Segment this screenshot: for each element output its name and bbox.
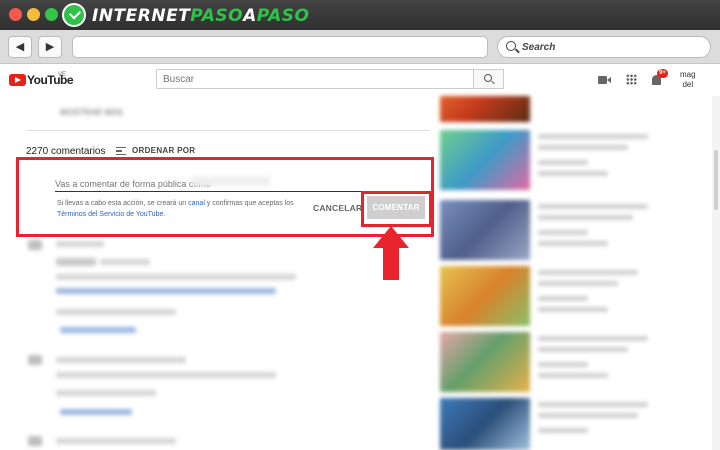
comment-badge bbox=[56, 258, 96, 266]
video-title bbox=[538, 402, 648, 407]
window-titlebar: INTERNETPASOAPASO bbox=[0, 0, 720, 30]
terms-text-3: . bbox=[163, 211, 166, 218]
country-code: VE bbox=[58, 72, 67, 78]
sort-by-button[interactable]: ORDENAR POR bbox=[132, 146, 195, 155]
account-line-1: mag bbox=[680, 70, 696, 79]
channel-link[interactable]: canal bbox=[188, 200, 205, 207]
upload-video-icon[interactable] bbox=[598, 76, 611, 84]
video-meta bbox=[538, 241, 608, 246]
apps-grid-icon[interactable] bbox=[626, 74, 637, 85]
video-title bbox=[538, 413, 638, 418]
section-divider bbox=[26, 130, 430, 131]
forward-button[interactable]: ▶ bbox=[38, 36, 62, 58]
maximize-window-button[interactable] bbox=[45, 8, 58, 21]
video-thumbnail[interactable] bbox=[440, 200, 530, 260]
video-meta bbox=[538, 307, 608, 312]
comment-meta bbox=[100, 259, 150, 265]
account-line-2: del bbox=[682, 80, 694, 89]
search-placeholder: Buscar bbox=[163, 74, 195, 85]
terms-of-service-link[interactable]: Términos del Servicio de YouTube bbox=[57, 211, 163, 218]
comment-text bbox=[56, 372, 276, 378]
avatar bbox=[28, 436, 42, 446]
cancel-button[interactable]: CANCELAR bbox=[313, 203, 362, 213]
video-title bbox=[538, 270, 638, 275]
close-window-button[interactable] bbox=[9, 8, 22, 21]
brand-part-2: PASO bbox=[190, 6, 244, 26]
video-thumbnail[interactable] bbox=[440, 398, 530, 450]
video-channel bbox=[538, 428, 588, 433]
video-thumbnail[interactable] bbox=[440, 96, 530, 122]
video-title bbox=[538, 336, 648, 341]
account-menu[interactable]: mag del bbox=[680, 70, 696, 90]
pointer-arrow-icon bbox=[373, 226, 409, 280]
terms-text-2: y confirmas que aceptas los bbox=[204, 200, 294, 207]
video-meta bbox=[538, 373, 608, 378]
minimize-window-button[interactable] bbox=[27, 8, 40, 21]
comment-actions bbox=[56, 390, 156, 396]
video-title bbox=[538, 204, 648, 209]
video-title bbox=[538, 347, 628, 352]
browser-search-field[interactable]: Search bbox=[497, 36, 711, 58]
show-more-button[interactable]: MOSTRAR MÁS bbox=[60, 108, 123, 117]
terms-notice: Si llevas a cabo esta acción, se creará … bbox=[57, 198, 307, 220]
address-bar[interactable] bbox=[72, 36, 488, 58]
back-button[interactable]: ◀ bbox=[8, 36, 32, 58]
avatar bbox=[28, 240, 42, 250]
browser-toolbar: ◀ ▶ Search bbox=[0, 30, 720, 64]
sort-icon[interactable] bbox=[116, 147, 126, 155]
comment-actions bbox=[56, 309, 176, 315]
comment-link bbox=[56, 288, 276, 294]
comment-meta bbox=[56, 357, 186, 363]
youtube-header: YouTube VE Buscar 9+ mag del bbox=[0, 64, 720, 96]
comment-meta bbox=[56, 241, 104, 247]
brand-part-1: INTERNET bbox=[92, 6, 191, 26]
brand-wordmark: INTERNETPASOAPASO bbox=[92, 6, 310, 26]
comment-meta bbox=[56, 438, 176, 444]
avatar bbox=[28, 355, 42, 365]
youtube-search-button[interactable] bbox=[474, 69, 504, 89]
video-title bbox=[538, 281, 618, 286]
video-thumbnail[interactable] bbox=[440, 332, 530, 392]
replies-link bbox=[60, 409, 132, 415]
video-meta bbox=[538, 171, 608, 176]
youtube-search-input[interactable]: Buscar bbox=[156, 69, 474, 89]
notifications-badge: 9+ bbox=[657, 69, 668, 78]
video-title bbox=[538, 134, 648, 139]
search-icon bbox=[484, 74, 492, 82]
brand-part-4: PASO bbox=[256, 6, 310, 26]
brand-logo-icon bbox=[62, 3, 86, 27]
redacted-username bbox=[192, 176, 270, 186]
replies-link bbox=[60, 327, 136, 333]
youtube-logo[interactable]: YouTube bbox=[27, 73, 74, 87]
browser-search-label: Search bbox=[522, 42, 556, 53]
video-title bbox=[538, 215, 633, 220]
video-thumbnail[interactable] bbox=[440, 266, 530, 326]
video-channel bbox=[538, 230, 588, 235]
video-channel bbox=[538, 296, 588, 301]
comment-count: 2270 comentarios bbox=[26, 146, 106, 157]
comment-submit-button[interactable]: COMENTAR bbox=[367, 196, 425, 219]
comment-text bbox=[56, 274, 296, 280]
video-title bbox=[538, 145, 628, 150]
brand-part-3: A bbox=[243, 6, 257, 26]
video-thumbnail[interactable] bbox=[440, 130, 530, 190]
scrollbar-thumb[interactable] bbox=[714, 150, 718, 210]
youtube-play-icon[interactable] bbox=[9, 74, 26, 86]
search-icon bbox=[506, 41, 516, 51]
terms-text-1: Si llevas a cabo esta acción, se creará … bbox=[57, 200, 189, 207]
video-channel bbox=[538, 160, 588, 165]
video-channel bbox=[538, 362, 588, 367]
